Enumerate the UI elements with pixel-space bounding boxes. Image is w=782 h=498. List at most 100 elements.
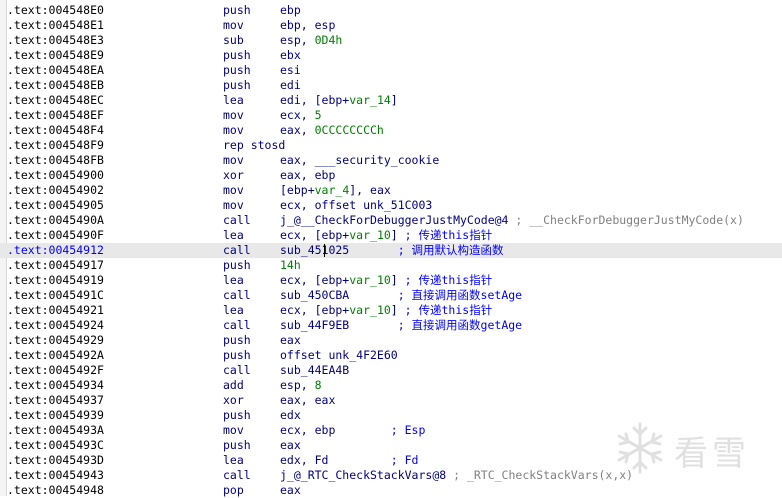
operand-token[interactable]: ecx, bbox=[280, 108, 315, 122]
instruction-address[interactable]: .text:004548F4 bbox=[7, 123, 104, 138]
instruction-address[interactable]: .text:00454929 bbox=[7, 333, 104, 348]
instruction-address[interactable]: .text:0045493D bbox=[7, 453, 104, 468]
listing-row[interactable]: .text:00454912 call sub_451025 ; 调用默认构造函数 bbox=[0, 243, 782, 258]
instruction-operands[interactable]: esp, 8 bbox=[280, 378, 322, 393]
instruction-mnemonic[interactable]: push bbox=[223, 63, 251, 78]
instruction-mnemonic[interactable]: mov bbox=[223, 123, 244, 138]
operand-token[interactable]: ecx, [ebp+ bbox=[280, 228, 349, 242]
instruction-comment[interactable]: ; 调用默认构造函数 bbox=[349, 243, 504, 257]
listing-row[interactable]: .text:004548EF mov ecx, 5 bbox=[0, 108, 782, 123]
listing-row[interactable]: .text:004548F4 mov eax, 0CCCCCCCCh bbox=[0, 123, 782, 138]
operand-token[interactable]: ebp, esp bbox=[280, 18, 335, 32]
instruction-operands[interactable]: edx bbox=[280, 408, 301, 423]
listing-row[interactable]: .text:004548E1 mov ebp, esp bbox=[0, 18, 782, 33]
instruction-mnemonic[interactable]: call bbox=[223, 243, 251, 258]
operand-token[interactable]: 0CCCCCCCCh bbox=[315, 123, 384, 137]
listing-row[interactable]: .text:00454905 mov ecx, offset unk_51C003 bbox=[0, 198, 782, 213]
instruction-operands[interactable]: ecx, 5 bbox=[280, 108, 322, 123]
instruction-address[interactable]: .text:00454934 bbox=[7, 378, 104, 393]
operand-token[interactable]: ecx, [ebp+ bbox=[280, 303, 349, 317]
listing-row[interactable]: .text:004548EC lea edi, [ebp+var_14] bbox=[0, 93, 782, 108]
instruction-operands[interactable]: eax, ___security_cookie bbox=[280, 153, 439, 168]
instruction-address[interactable]: .text:0045490F bbox=[7, 228, 104, 243]
listing-row[interactable]: .text:00454924 call sub_44F9EB ; 直接调用函数get… bbox=[0, 318, 782, 333]
operand-token[interactable]: 14h bbox=[280, 258, 301, 272]
operand-token[interactable]: sub_44F9EB bbox=[280, 318, 349, 332]
instruction-operands[interactable]: ecx, [ebp+var_10] ; 传递this指针 bbox=[280, 303, 492, 318]
operand-token[interactable]: var_10 bbox=[349, 273, 391, 287]
operand-token[interactable]: eax, bbox=[280, 123, 315, 137]
instruction-address[interactable]: .text:004548F9 bbox=[7, 138, 104, 153]
instruction-comment[interactable]: ; Esp bbox=[335, 423, 426, 437]
instruction-comment[interactable]: ; 直接调用函数setAge bbox=[349, 288, 522, 302]
instruction-operands[interactable]: edx, Fd ; Fd bbox=[280, 453, 418, 468]
instruction-operands[interactable]: ebp, esp bbox=[280, 18, 335, 33]
instruction-mnemonic[interactable]: push bbox=[223, 408, 251, 423]
instruction-address[interactable]: .text:004548E9 bbox=[7, 48, 104, 63]
listing-row[interactable]: .text:00454929 push eax bbox=[0, 333, 782, 348]
instruction-comment[interactable]: ; __CheckForDebuggerJustMyCode(x) bbox=[508, 213, 743, 227]
instruction-mnemonic[interactable]: add bbox=[223, 378, 244, 393]
instruction-operands[interactable]: j_@__CheckForDebuggerJustMyCode@4 ; __Ch… bbox=[280, 213, 744, 228]
instruction-address[interactable]: .text:004548EC bbox=[7, 93, 104, 108]
operand-token[interactable]: 0D4h bbox=[315, 33, 343, 47]
instruction-operands[interactable]: sub_450CBA ; 直接调用函数setAge bbox=[280, 288, 522, 303]
instruction-mnemonic[interactable]: lea bbox=[223, 303, 244, 318]
operand-token[interactable]: esp, bbox=[280, 378, 315, 392]
operand-token[interactable]: ] bbox=[391, 93, 398, 107]
instruction-operands[interactable]: 14h bbox=[280, 258, 301, 273]
instruction-address[interactable]: .text:00454919 bbox=[7, 273, 104, 288]
instruction-operands[interactable]: esp, 0D4h bbox=[280, 33, 342, 48]
listing-row[interactable]: .text:0045490F lea ecx, [ebp+var_10] ; 传递t… bbox=[0, 228, 782, 243]
instruction-address[interactable]: .text:004548E0 bbox=[7, 3, 104, 18]
listing-row[interactable]: .text:004548E3 sub esp, 0D4h bbox=[0, 33, 782, 48]
operand-token[interactable]: eax, ___security_cookie bbox=[280, 153, 439, 167]
operand-token[interactable]: offset unk_4F2E60 bbox=[280, 348, 398, 362]
instruction-address[interactable]: .text:00454924 bbox=[7, 318, 104, 333]
instruction-operands[interactable]: ecx, offset unk_51C003 bbox=[280, 198, 432, 213]
instruction-operands[interactable]: eax bbox=[280, 333, 301, 348]
listing-row[interactable]: .text:0045492F call sub_44EA4B bbox=[0, 363, 782, 378]
listing-row[interactable]: .text:00454902 mov [ebp+var_4], eax bbox=[0, 183, 782, 198]
instruction-mnemonic[interactable]: lea bbox=[223, 273, 244, 288]
instruction-operands[interactable]: j_@_RTC_CheckStackVars@8 ; _RTC_CheckSta… bbox=[280, 468, 633, 483]
instruction-address[interactable]: .text:004548E3 bbox=[7, 33, 104, 48]
listing-row[interactable]: .text:004548E0 push ebp bbox=[0, 3, 782, 18]
instruction-address[interactable]: .text:004548EF bbox=[7, 108, 104, 123]
listing-row[interactable]: .text:0045491C call sub_450CBA ; 直接调用函数set… bbox=[0, 288, 782, 303]
operand-token[interactable]: sub_451025 bbox=[280, 243, 349, 257]
instruction-comment[interactable]: ; 传递this指针 bbox=[398, 228, 493, 242]
operand-token[interactable]: ebp bbox=[280, 3, 301, 17]
instruction-mnemonic[interactable]: call bbox=[223, 468, 251, 483]
instruction-comment[interactable]: ; 传递this指针 bbox=[398, 273, 493, 287]
operand-token[interactable]: ] bbox=[391, 273, 398, 287]
instruction-mnemonic[interactable]: rep stosd bbox=[223, 138, 285, 153]
instruction-operands[interactable]: ebx bbox=[280, 48, 301, 63]
operand-token[interactable]: ecx, ebp bbox=[280, 423, 335, 437]
instruction-mnemonic[interactable]: push bbox=[223, 438, 251, 453]
operand-token[interactable]: ebx bbox=[280, 48, 301, 62]
instruction-mnemonic[interactable]: push bbox=[223, 348, 251, 363]
instruction-address[interactable]: .text:004548EA bbox=[7, 63, 104, 78]
instruction-mnemonic[interactable]: mov bbox=[223, 153, 244, 168]
instruction-address[interactable]: .text:00454939 bbox=[7, 408, 104, 423]
instruction-mnemonic[interactable]: call bbox=[223, 213, 251, 228]
listing-row[interactable]: .text:0045490A call j_@__CheckForDebuggerJ… bbox=[0, 213, 782, 228]
listing-row[interactable]: .text:004548FB mov eax, ___security_cookie bbox=[0, 153, 782, 168]
listing-row[interactable]: .text:00454921 lea ecx, [ebp+var_10] ; 传递t… bbox=[0, 303, 782, 318]
operand-token[interactable]: ] bbox=[391, 228, 398, 242]
instruction-comment[interactable]: ; 传递this指针 bbox=[398, 303, 493, 317]
instruction-operands[interactable]: [ebp+var_4], eax bbox=[280, 183, 391, 198]
instruction-operands[interactable]: sub_44EA4B bbox=[280, 363, 349, 378]
instruction-mnemonic[interactable]: xor bbox=[223, 168, 244, 183]
instruction-mnemonic[interactable]: lea bbox=[223, 228, 244, 243]
operand-token[interactable]: ] bbox=[391, 303, 398, 317]
instruction-mnemonic[interactable]: mov bbox=[223, 198, 244, 213]
operand-token[interactable]: esp, bbox=[280, 33, 315, 47]
instruction-comment[interactable]: ; Fd bbox=[328, 453, 419, 467]
operand-token[interactable]: ], eax bbox=[349, 183, 391, 197]
instruction-operands[interactable]: sub_44F9EB ; 直接调用函数getAge bbox=[280, 318, 522, 333]
instruction-operands[interactable]: eax bbox=[280, 438, 301, 453]
instruction-mnemonic[interactable]: push bbox=[223, 3, 251, 18]
instruction-mnemonic[interactable]: push bbox=[223, 78, 251, 93]
